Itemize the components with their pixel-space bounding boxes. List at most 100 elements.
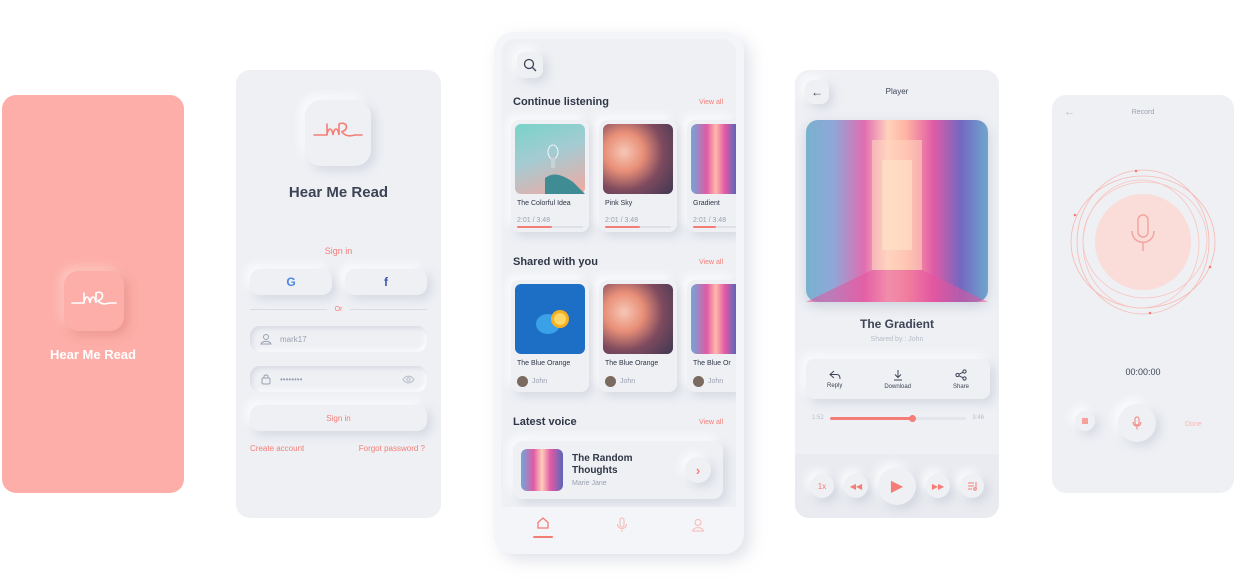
avatar <box>693 376 704 387</box>
create-account-link[interactable]: Create account <box>250 444 304 453</box>
shared-user: John <box>517 376 547 387</box>
seek-track[interactable] <box>829 414 967 422</box>
progress-bar <box>605 226 671 228</box>
seek-bar[interactable]: 1:52 3:46 <box>812 414 984 422</box>
track-time: 2:01 / 3:48 <box>605 217 639 224</box>
profile-icon[interactable] <box>691 518 705 537</box>
playlist-icon[interactable] <box>960 474 984 498</box>
shared-card[interactable]: The Blue Orange John <box>599 280 677 392</box>
total-time: 3:46 <box>972 415 984 421</box>
chevron-right-icon[interactable]: › <box>685 457 711 483</box>
shared-user: John <box>605 376 635 387</box>
playback-controls: 1x ◀◀ ▶ ▶▶ <box>795 454 999 518</box>
stop-icon <box>1082 418 1088 424</box>
user-name: John <box>532 378 548 385</box>
shared-card[interactable]: The Blue Orange John <box>511 280 589 392</box>
player-actions: Reply Download Share <box>806 359 990 399</box>
password-field[interactable]: •••••••• <box>250 366 427 392</box>
lock-icon <box>261 374 271 385</box>
record-timer: 00:00:00 <box>1125 367 1161 377</box>
cover-image <box>521 449 563 491</box>
share-label: Share <box>952 383 969 390</box>
continue-card[interactable]: Pink Sky 2:01 / 3:48 <box>599 120 677 232</box>
user-name: John <box>620 378 636 385</box>
shared-user: John <box>693 376 723 387</box>
hmr-logo-icon <box>305 100 371 166</box>
search-icon <box>523 58 537 72</box>
speed-button[interactable]: 1x <box>810 474 834 498</box>
share-button[interactable]: Share <box>952 368 969 390</box>
shared-with-you-title: Shared with you <box>513 256 598 268</box>
fast-forward-icon[interactable]: ▶▶ <box>926 474 950 498</box>
player-screen: ← Player The Gradient Shared by : John R… <box>795 70 999 518</box>
username-value: mark17 <box>280 334 307 344</box>
latest-voice-item[interactable]: The Random Thoughts Marie Jane › <box>513 441 723 499</box>
track-name: The Blue Or <box>693 360 731 367</box>
reply-label: Reply <box>826 382 843 389</box>
record-screen: ← Record 00:00:00 Done <box>1052 95 1234 493</box>
continue-view-all-link[interactable]: View all <box>699 99 723 106</box>
latest-author: Marie Jane <box>572 480 607 487</box>
song-title: The Gradient <box>859 317 934 331</box>
album-art <box>806 120 988 302</box>
continue-card[interactable]: Gradient 2:01 / 3:48 <box>687 120 736 232</box>
bottom-tab-bar <box>501 507 736 547</box>
mic-icon <box>1131 214 1155 251</box>
avatar <box>605 376 616 387</box>
facebook-sign-in-button[interactable]: f <box>345 269 427 295</box>
continue-listening-title: Continue listening <box>513 96 609 108</box>
google-sign-in-button[interactable]: G <box>250 269 332 295</box>
app-title: Hear Me Read <box>50 347 136 362</box>
done-button[interactable]: Done <box>1185 421 1202 428</box>
latest-voice-title: Latest voice <box>513 416 577 428</box>
play-icon[interactable]: ▶ <box>878 467 916 505</box>
username-field[interactable]: mark17 <box>250 326 427 352</box>
shared-card[interactable]: The Blue Or John <box>687 280 736 392</box>
reply-icon <box>828 370 841 379</box>
reply-button[interactable]: Reply <box>827 370 842 389</box>
download-label: Download <box>884 383 911 390</box>
rewind-icon[interactable]: ◀◀ <box>844 474 868 498</box>
facebook-icon: f <box>384 275 388 289</box>
record-header: Record <box>1131 109 1155 116</box>
user-name: John <box>708 378 724 385</box>
password-value: •••••••• <box>280 374 303 384</box>
avatar <box>517 376 528 387</box>
track-name: The Blue Orange <box>517 360 571 367</box>
track-name: Pink Sky <box>605 200 633 207</box>
player-header: Player <box>885 87 909 96</box>
or-label: Or <box>334 306 343 313</box>
seek-handle[interactable] <box>908 414 916 422</box>
latest-view-all-link[interactable]: View all <box>699 419 723 426</box>
download-button[interactable]: Download <box>884 369 911 390</box>
home-screen: Continue listening View all The Colorful… <box>501 39 736 547</box>
track-name: Gradient <box>693 200 720 207</box>
stop-button[interactable] <box>1075 411 1095 431</box>
record-button[interactable] <box>1118 404 1156 442</box>
eye-icon[interactable] <box>402 375 415 384</box>
continue-card[interactable]: The Colorful Idea 2:01 / 3:48 <box>511 120 589 232</box>
progress-bar <box>517 226 583 228</box>
home-icon[interactable] <box>532 516 553 538</box>
mic-icon <box>1132 416 1142 430</box>
mic-icon[interactable] <box>616 517 628 538</box>
cover-image <box>691 284 736 354</box>
shared-view-all-link[interactable]: View all <box>699 259 723 266</box>
cover-image <box>515 124 585 194</box>
progress-bar <box>693 226 736 228</box>
app-title: Hear Me Read <box>288 184 389 201</box>
track-name: The Blue Orange <box>605 360 659 367</box>
forgot-password-link[interactable]: Forgot password ? <box>359 444 425 453</box>
cover-image <box>691 124 736 194</box>
cover-image <box>603 284 673 354</box>
cover-image <box>603 124 673 194</box>
user-icon <box>260 334 272 345</box>
login-screen: Hear Me Read Sign in G f Or mark17 •••••… <box>236 70 441 518</box>
or-divider: Or <box>250 306 427 313</box>
cover-image <box>515 284 585 354</box>
track-name: The Colorful Idea <box>517 200 571 207</box>
sign-in-button[interactable]: Sign in <box>250 405 427 431</box>
search-button[interactable] <box>517 52 543 78</box>
google-icon: G <box>286 275 296 289</box>
track-time: 2:01 / 3:48 <box>517 217 551 224</box>
